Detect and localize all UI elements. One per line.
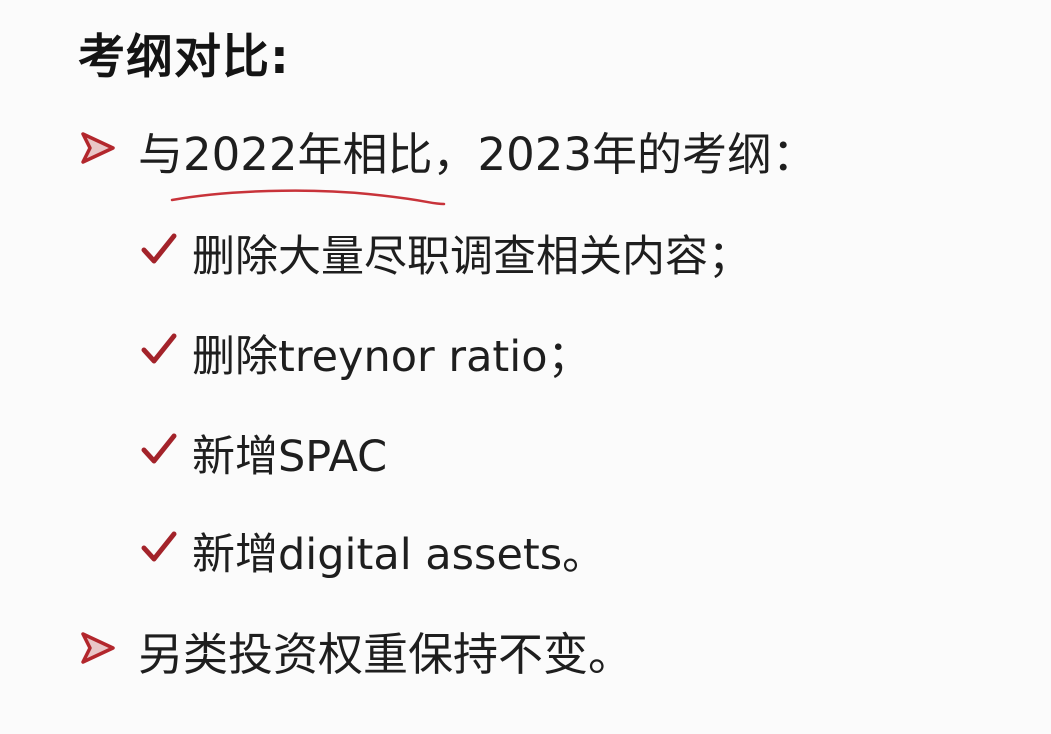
bullet-text: 另类投资权重保持不变。 — [138, 628, 634, 681]
subpoint-text: 新增SPAC — [192, 432, 388, 482]
subpoint-item: 新增digital assets。 — [140, 520, 900, 580]
subpoint-item: 新增SPAC — [140, 422, 900, 482]
checkmark-icon — [141, 233, 177, 264]
bullet-point-comparison: 与2022年相比，2023年的考纲： — [80, 118, 900, 181]
bullet-text: 与2022年相比，2023年的考纲： — [138, 128, 818, 181]
slide: 考纲对比: 与2022年相比，2023年的考纲： 删除大量尽职调查相关内容； 删… — [0, 0, 1051, 734]
arrow-bullet-icon — [81, 632, 115, 664]
checkmark-icon — [141, 433, 177, 464]
checkmark-icon — [141, 531, 177, 562]
subpoint-item: 删除大量尽职调查相关内容； — [140, 222, 900, 282]
checkmark-icon — [141, 333, 177, 364]
arrow-bullet-icon — [81, 132, 115, 164]
subpoint-item: 删除treynor ratio； — [140, 322, 900, 382]
handwritten-underline-annotation — [170, 189, 446, 206]
bullet-point-alt-investment: 另类投资权重保持不变。 — [80, 618, 900, 681]
subpoint-text: 删除大量尽职调查相关内容； — [192, 232, 751, 282]
subpoint-text: 新增digital assets。 — [192, 530, 606, 580]
slide-title: 考纲对比: — [78, 30, 290, 85]
subpoint-text: 删除treynor ratio； — [192, 332, 591, 382]
